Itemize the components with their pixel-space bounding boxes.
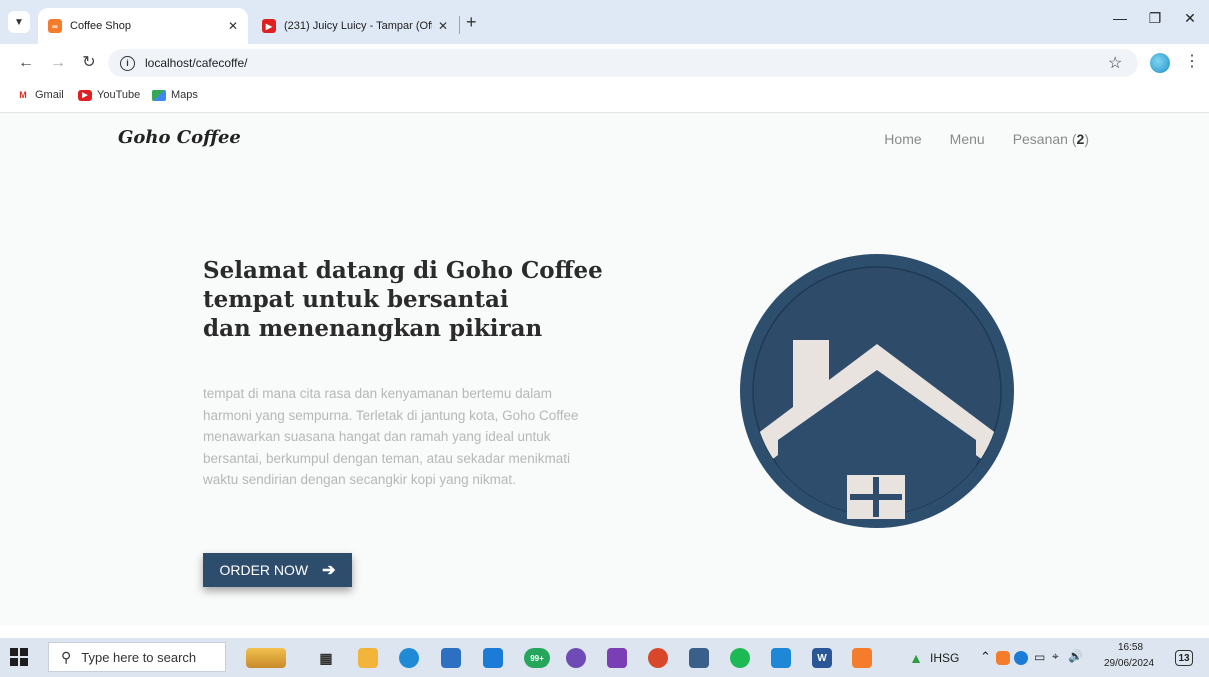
youtube-icon: ▶	[78, 89, 92, 101]
wifi-icon[interactable]: ⌖	[1052, 649, 1059, 664]
headline-line: Selamat datang di Goho Coffee	[203, 257, 603, 284]
url-text: localhost/cafecoffe/	[145, 56, 248, 70]
bookmark-star-icon[interactable]: ☆	[1108, 53, 1122, 73]
whatsapp-icon[interactable]: 99+	[524, 648, 550, 668]
tab-divider	[459, 16, 460, 34]
hero-description: tempat di mana cita rasa dan kenyamanan …	[203, 386, 579, 487]
window-transom	[850, 494, 902, 500]
gmail-icon: M	[19, 90, 27, 100]
bookmark-label: YouTube	[97, 89, 141, 101]
nav-home[interactable]: Home	[884, 131, 921, 147]
bookmark-label: Gmail	[35, 89, 64, 101]
whatsapp-badge: 99+	[530, 653, 544, 663]
close-window-button[interactable]: ✕	[1170, 10, 1209, 27]
tab-title: (231) Juicy Luicy - Tampar (Offic	[284, 20, 432, 32]
nav-orders[interactable]: Pesanan (2)	[1013, 131, 1089, 147]
ihsg-ticker[interactable]: IHSG	[930, 651, 959, 665]
address-bar[interactable]: i localhost/cafecoffe/	[108, 49, 1138, 77]
bookmark-gmail[interactable]: M Gmail	[16, 89, 64, 101]
nav-menu[interactable]: Menu	[950, 131, 985, 147]
close-icon[interactable]: ✕	[228, 19, 238, 33]
xampp-icon: ∞	[48, 19, 62, 33]
new-tab-button[interactable]: +	[466, 12, 477, 32]
xampp-icon[interactable]	[852, 648, 872, 668]
restore-button[interactable]: ❐	[1135, 10, 1175, 27]
order-now-label: ORDER NOW	[219, 562, 309, 578]
virtualbox-icon[interactable]	[689, 648, 709, 668]
spotify-icon[interactable]	[730, 648, 750, 668]
bookmarks-bar: M Gmail ▶ YouTube Maps	[0, 82, 1209, 113]
windows-taskbar: ⚲ Type here to search ▦ 99+ W ▲ IHSG ⌃ ▭…	[0, 638, 1209, 677]
file-explorer-icon[interactable]	[358, 648, 378, 668]
menu-kebab-icon[interactable]: ⋮	[1184, 51, 1200, 71]
tab-title: Coffee Shop	[70, 20, 131, 32]
tray-cloud-icon[interactable]	[1014, 651, 1028, 665]
maps-icon	[152, 89, 166, 101]
stock-chart-icon[interactable]: ▲	[906, 648, 926, 668]
task-view-icon[interactable]: ▦	[316, 648, 336, 668]
store-icon[interactable]	[441, 648, 461, 668]
arrow-right-icon: ➔	[322, 562, 336, 579]
vscode-icon[interactable]	[771, 648, 791, 668]
chrome-icon[interactable]	[648, 648, 668, 668]
search-icon: ⚲	[61, 648, 72, 665]
site-nav: Home Menu Pesanan (2)	[884, 131, 1089, 147]
clock-date[interactable]: 29/06/2024	[1104, 658, 1154, 669]
tray-xampp-icon[interactable]	[996, 651, 1010, 665]
tray-chevron-icon[interactable]: ⌃	[980, 649, 991, 665]
battery-icon[interactable]: ▭	[1034, 650, 1045, 664]
volume-icon[interactable]: 🔊	[1068, 649, 1083, 663]
house-illustration	[740, 254, 1014, 528]
bookmark-label: Maps	[171, 89, 198, 101]
minimize-button[interactable]: —	[1100, 10, 1140, 26]
nav-orders-label: Pesanan	[1012, 131, 1068, 147]
bookmark-youtube[interactable]: ▶ YouTube	[78, 89, 140, 101]
profile-avatar[interactable]	[1150, 53, 1170, 73]
site-brand[interactable]: Goho Coffee	[118, 127, 241, 148]
forward-button[interactable]: →	[48, 53, 68, 73]
notification-count: 13	[1178, 652, 1190, 664]
headline-line: tempat untuk bersantai	[203, 286, 509, 313]
tab-coffee-shop[interactable]: ∞ Coffee Shop ✕	[38, 8, 248, 44]
order-now-button[interactable]: ORDER NOW ➔	[203, 553, 352, 587]
edge-icon[interactable]	[399, 648, 419, 668]
tab-youtube[interactable]: ▶ (231) Juicy Luicy - Tampar (Offic ✕	[252, 8, 458, 44]
search-placeholder: Type here to search	[81, 649, 197, 665]
taskbar-search[interactable]: ⚲ Type here to search	[48, 642, 226, 672]
tab-strip: ▼ ∞ Coffee Shop ✕ ▶ (231) Juicy Luicy - …	[0, 0, 1209, 44]
reload-button[interactable]: ↻	[79, 53, 99, 73]
info-icon[interactable]: i	[120, 56, 135, 71]
close-icon[interactable]: ✕	[438, 19, 448, 33]
visual-studio-icon[interactable]	[607, 648, 627, 668]
notifications-icon[interactable]: 13	[1175, 650, 1193, 666]
bookmark-maps[interactable]: Maps	[152, 89, 198, 101]
windows-start-button[interactable]	[10, 648, 28, 666]
github-icon[interactable]	[566, 648, 586, 668]
orders-count: 2	[1076, 131, 1085, 147]
tab-search-button[interactable]: ▼	[8, 11, 30, 33]
page-viewport: Goho Coffee Home Menu Pesanan (2) Selama…	[0, 113, 1209, 625]
youtube-icon: ▶	[262, 19, 276, 33]
clock-time[interactable]: 16:58	[1118, 642, 1143, 653]
browser-toolbar: ← → ↻ i localhost/cafecoffe/ ☆ ⋮	[0, 44, 1209, 82]
back-button[interactable]: ←	[16, 53, 36, 73]
weather-widget-icon[interactable]	[246, 648, 286, 668]
word-icon[interactable]: W	[812, 648, 832, 668]
hero-headline: Selamat datang di Goho Coffee tempat unt…	[203, 256, 623, 343]
mail-icon[interactable]	[483, 648, 503, 668]
headline-line: dan menenangkan pikiran	[203, 315, 543, 342]
